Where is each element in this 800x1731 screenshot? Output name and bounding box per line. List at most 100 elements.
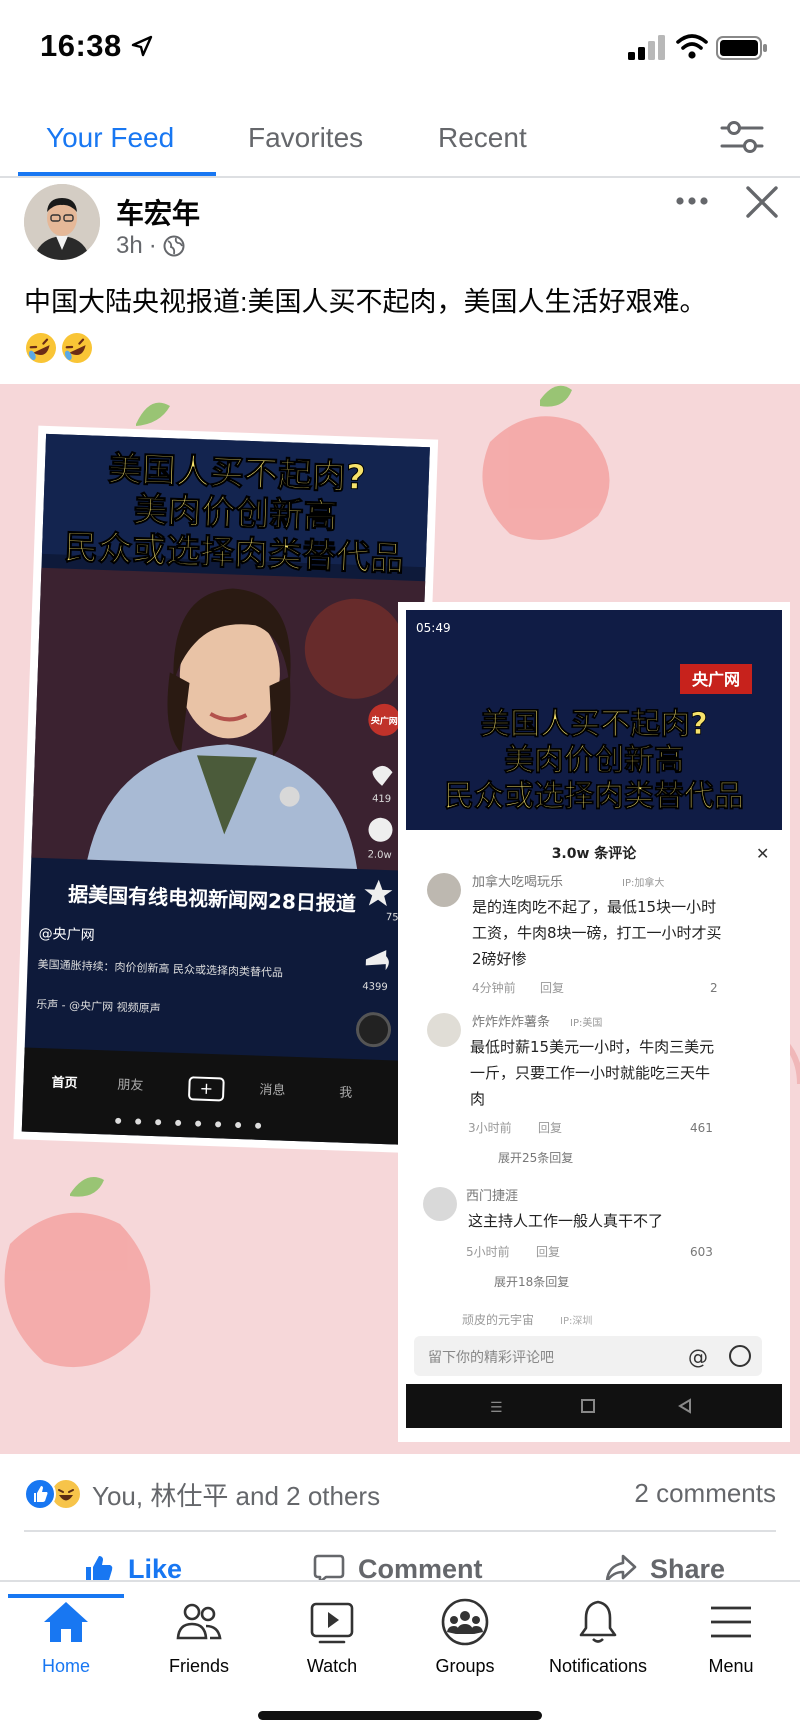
- post-image[interactable]: 美国人买不起肉? 美肉价创新高 民众或选择肉类替代品 央广网 419 2.0w …: [0, 384, 800, 1454]
- right-headline-2: 美肉价创新高: [504, 743, 684, 778]
- left-nav-friends: 朋友: [117, 1077, 144, 1094]
- tab-favorites[interactable]: Favorites: [248, 122, 363, 154]
- comment-2-time: 3小时前: [468, 1120, 512, 1135]
- comments-count[interactable]: 2 comments: [634, 1478, 776, 1509]
- comment-2-expand: 展开25条回复: [498, 1151, 573, 1165]
- right-badge: 央广网: [692, 670, 740, 689]
- wifi-icon: [676, 34, 708, 59]
- comment-input-placeholder: 留下你的精彩评论吧: [428, 1350, 554, 1366]
- post-age[interactable]: 3h: [116, 232, 143, 260]
- close-icon[interactable]: [744, 184, 780, 220]
- right-phone-time: 05:49: [416, 621, 451, 635]
- watch-icon: [310, 1602, 354, 1644]
- comment-3-likes: 603: [690, 1245, 713, 1259]
- post-text: 中国大陆央视报道:美国人买不起肉，美国人生活好艰难。: [24, 280, 784, 368]
- comment-2-line-1: 最低时薪15美元一小时，牛肉三美元: [470, 1038, 714, 1056]
- tab-recent[interactable]: Recent: [438, 122, 527, 154]
- comment-1-line-1: 是的连肉吃不起了，最低15块一小时: [472, 898, 716, 916]
- rofl-emoji-icon: [26, 332, 56, 363]
- svg-text:☰: ☰: [490, 1400, 503, 1416]
- right-headline-3: 民众或选择肉类替代品: [444, 779, 744, 814]
- comment-3-time: 5小时前: [466, 1244, 510, 1259]
- nav-friends-label: Friends: [168, 1656, 230, 1676]
- location-arrow-icon: [131, 35, 153, 57]
- author-name[interactable]: 车宏年: [116, 192, 200, 232]
- reactions-text: You, 林仕平 and 2 others: [92, 1480, 381, 1511]
- svg-text:+: +: [199, 1079, 213, 1098]
- cell-signal-icon: [628, 35, 665, 60]
- left-share-count: 4399: [362, 981, 388, 993]
- comment-2-line-2: 一斤，只要工作一小时就能吃三天牛: [470, 1064, 710, 1082]
- more-options-icon[interactable]: [672, 186, 712, 216]
- rofl-emoji-icon: [62, 332, 92, 363]
- reactions-summary[interactable]: You, 林仕平 and 2 others: [24, 1474, 380, 1514]
- nav-menu-label: Menu: [708, 1656, 754, 1676]
- groups-icon: [441, 1598, 489, 1646]
- comment-2-reply: 回复: [538, 1121, 562, 1135]
- status-time: 16:38: [40, 28, 122, 63]
- divider: [24, 1530, 776, 1532]
- nav-notifications[interactable]: Notifications: [532, 1596, 664, 1677]
- nav-menu[interactable]: Menu: [665, 1596, 797, 1677]
- left-comment-count: 2.0w: [367, 849, 391, 861]
- nav-groups-label: Groups: [435, 1656, 495, 1676]
- comment-3-line-1: 这主持人工作一般人真干不了: [468, 1212, 663, 1230]
- comment-1-line-3: 2磅好惨: [472, 950, 527, 968]
- bottom-navigation: Home Friends Watch Groups Notifications …: [0, 1580, 800, 1731]
- nav-groups[interactable]: Groups: [399, 1596, 531, 1677]
- post-text-body: 中国大陆央视报道:美国人买不起肉，美国人生活好艰难。: [24, 287, 707, 317]
- comments-title: 3.0w 条评论: [552, 845, 638, 862]
- bell-icon: [579, 1600, 617, 1643]
- home-icon: [44, 1602, 88, 1642]
- comment-2-line-3: 肉: [470, 1090, 485, 1108]
- comment-4-ip: IP:深圳: [560, 1315, 592, 1327]
- comment-2-ip: IP:美国: [570, 1016, 602, 1029]
- nav-home[interactable]: Home: [0, 1594, 132, 1677]
- left-headline-2: 美肉价创新高: [133, 490, 338, 537]
- comment-4-user: 顽皮的元宇宙: [462, 1312, 534, 1327]
- comment-3-expand: 展开18条回复: [494, 1275, 569, 1289]
- nav-notifications-label: Notifications: [548, 1656, 648, 1676]
- right-comments-screenshot: 05:49 央广网 美国人买不起肉? 美肉价创新高 民众或选择肉类替代品 3.0…: [398, 602, 790, 1442]
- friends-icon: [176, 1603, 222, 1640]
- right-headline-1: 美国人买不起肉?: [480, 707, 707, 742]
- nav-watch[interactable]: Watch: [266, 1596, 398, 1677]
- feed-tabs: Your Feed Favorites Recent: [0, 100, 800, 178]
- post-meta: 3h ·: [116, 232, 185, 260]
- comment-3-user: 西门捷涯: [466, 1189, 518, 1204]
- left-like-count: 419: [372, 793, 391, 805]
- author-avatar[interactable]: [24, 184, 100, 260]
- nav-watch-label: Watch: [306, 1656, 358, 1676]
- status-bar: 16:38: [0, 0, 800, 96]
- hamburger-menu-icon: [711, 1606, 751, 1638]
- active-tab-indicator: [18, 172, 216, 176]
- left-nav-me: 我: [339, 1086, 353, 1101]
- left-video-screenshot: 美国人买不起肉? 美肉价创新高 民众或选择肉类替代品 央广网 419 2.0w …: [13, 425, 439, 1154]
- comment-1-ip: IP:加拿大: [622, 876, 664, 889]
- left-nav-messages: 消息: [259, 1082, 286, 1099]
- comment-2-user: 炸炸炸炸薯条: [472, 1014, 550, 1030]
- svg-text:央广网: 央广网: [371, 714, 398, 727]
- feed-filter-icon[interactable]: [720, 118, 764, 156]
- globe-icon: [163, 235, 185, 257]
- post-image-graphic: 美国人买不起肉? 美肉价创新高 民众或选择肉类替代品 央广网 419 2.0w …: [0, 384, 800, 1454]
- svg-text:✕: ✕: [756, 844, 769, 863]
- nav-active-indicator: [8, 1594, 124, 1598]
- tab-your-feed[interactable]: Your Feed: [46, 122, 174, 154]
- comment-1-reply: 回复: [540, 981, 564, 995]
- left-nav-home: 首页: [51, 1074, 78, 1091]
- comment-3-reply: 回复: [536, 1245, 560, 1259]
- home-indicator: [258, 1711, 542, 1720]
- comment-1-likes: 2: [710, 981, 718, 995]
- comment-1-line-2: 工资，牛肉8块一磅，打工一小时才买: [472, 924, 722, 942]
- like-reaction-icon: [24, 1478, 56, 1510]
- battery-icon: [716, 36, 767, 60]
- comment-1-user: 加拿大吃喝玩乐: [472, 874, 563, 890]
- nav-friends[interactable]: Friends: [133, 1596, 265, 1677]
- svg-text:@: @: [688, 1345, 708, 1369]
- nav-home-label: Home: [41, 1656, 90, 1676]
- left-source: @央广网: [38, 926, 95, 944]
- meta-separator: ·: [148, 232, 157, 259]
- comment-2-likes: 461: [690, 1121, 713, 1135]
- comment-1-time: 4分钟前: [472, 980, 516, 995]
